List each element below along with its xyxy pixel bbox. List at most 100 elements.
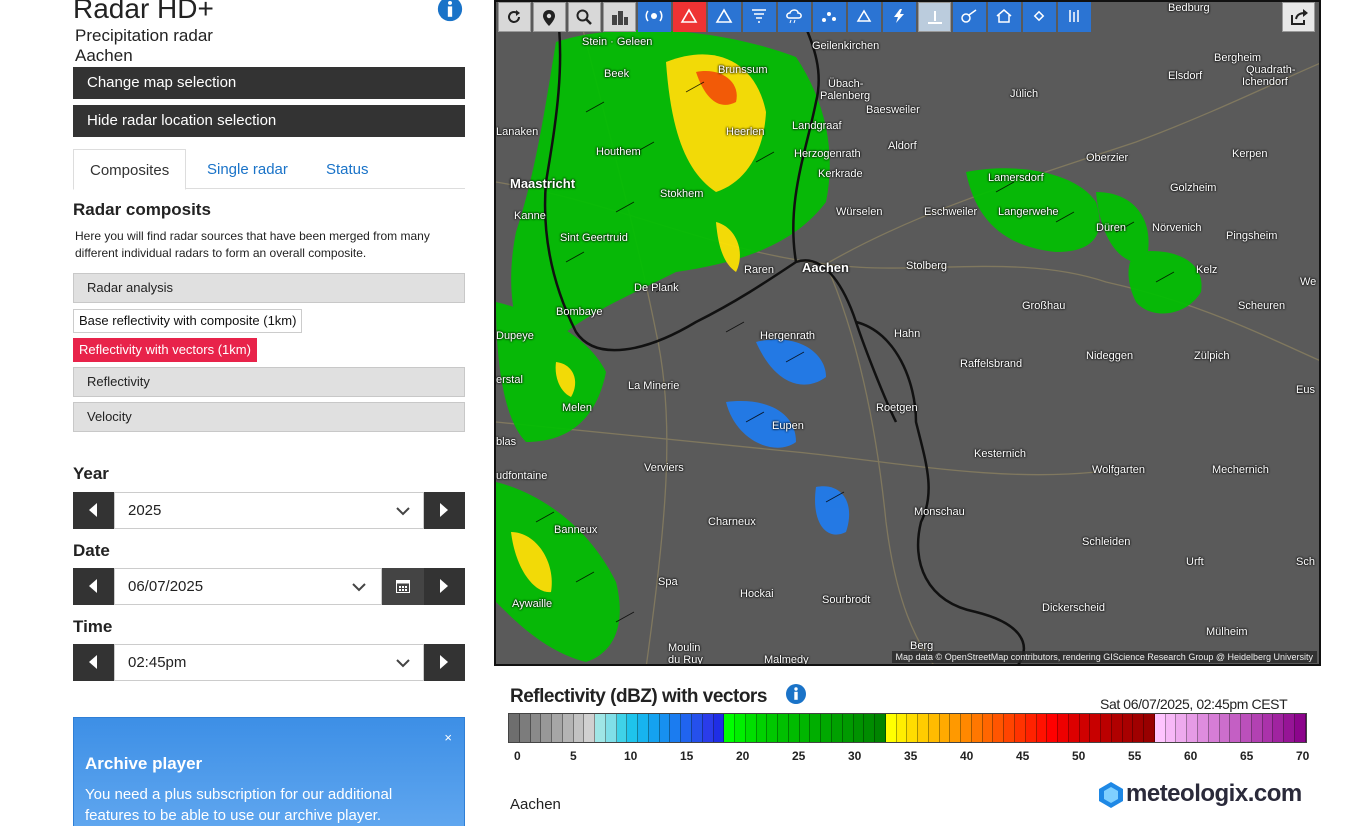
map-label: Dupeye — [496, 330, 534, 342]
group-velocity[interactable]: Velocity — [73, 402, 465, 432]
group-radar-analysis[interactable]: Radar analysis — [73, 273, 465, 303]
city-icon[interactable] — [603, 2, 636, 32]
radar-sd-icon[interactable] — [708, 2, 741, 32]
date-select[interactable]: 06/07/2025 — [114, 568, 382, 605]
map-label: Malmedy — [764, 654, 809, 666]
scale-swatch — [1101, 714, 1112, 742]
tab-status[interactable]: Status — [310, 149, 385, 190]
option-reflectivity-vectors[interactable]: Reflectivity with vectors (1km) — [73, 338, 257, 362]
tab-single-radar[interactable]: Single radar — [191, 149, 304, 190]
scale-swatch — [918, 714, 929, 742]
map-label: Scheuren — [1238, 300, 1286, 312]
scale-swatch — [616, 714, 628, 742]
scale-swatch — [1176, 714, 1188, 742]
scale-swatch — [1241, 714, 1252, 742]
wind-icon[interactable] — [953, 2, 986, 32]
satellite-icon[interactable] — [1023, 2, 1056, 32]
map-label: Bergheim — [1214, 52, 1262, 64]
scale-swatch — [1090, 714, 1102, 742]
date-prev-button[interactable] — [73, 568, 114, 605]
scale-swatch — [627, 714, 639, 742]
radar-map[interactable]: Stein · Geleen Geilenkirchen Bedburg Ber… — [494, 0, 1321, 666]
caret-left-icon — [89, 579, 97, 593]
map-label: Ichendorf — [1242, 76, 1288, 88]
map-label: Raren — [744, 264, 774, 276]
archive-text-line: You need a plus subscription for our add… — [85, 786, 393, 803]
info-icon[interactable] — [435, 0, 465, 22]
refresh-icon[interactable] — [498, 2, 531, 32]
precipitation-icon[interactable] — [1058, 2, 1091, 32]
scale-swatch — [907, 714, 919, 742]
cloud-rain-icon[interactable] — [778, 2, 811, 32]
hide-radar-button[interactable]: Hide radar location selection — [73, 105, 465, 137]
time-next-button[interactable] — [424, 644, 465, 681]
group-reflectivity[interactable]: Reflectivity — [73, 367, 465, 397]
scale-tick-label: 15 — [679, 749, 694, 763]
zoom-icon[interactable] — [568, 2, 601, 32]
radar-hd-icon[interactable] — [673, 2, 706, 32]
scale-swatch — [735, 714, 746, 742]
map-label: Bombaye — [556, 306, 603, 318]
tornado-icon[interactable] — [743, 2, 776, 32]
close-icon[interactable]: × — [444, 730, 452, 745]
caret-left-icon — [89, 503, 97, 517]
date-next-button[interactable] — [424, 568, 465, 605]
year-prev-button[interactable] — [73, 492, 114, 529]
scale-swatch — [670, 714, 682, 742]
scale-swatch — [724, 714, 736, 742]
scale-swatch — [1036, 714, 1048, 742]
scale-swatch — [982, 714, 994, 742]
map-label: Spa — [658, 576, 678, 588]
map-label: Aachen — [802, 260, 849, 275]
year-select[interactable]: 2025 — [114, 492, 424, 529]
share-button[interactable] — [1282, 2, 1315, 32]
lightning-icon[interactable] — [883, 2, 916, 32]
scale-swatch — [605, 714, 617, 742]
scale-swatch — [530, 714, 542, 742]
map-label: Baesweiler — [866, 104, 920, 116]
map-label: Eupen — [772, 420, 804, 432]
time-value: 02:45pm — [128, 654, 187, 671]
scale-swatch — [595, 714, 606, 742]
time-select[interactable]: 02:45pm — [114, 644, 424, 681]
scale-swatch — [756, 714, 768, 742]
map-label: Banneux — [554, 524, 598, 536]
storm-icon[interactable] — [918, 2, 951, 32]
map-label: Sch — [1296, 556, 1315, 568]
location-pin-icon[interactable] — [533, 2, 566, 32]
scale-tick-label: 35 — [903, 749, 918, 763]
scale-swatch — [939, 714, 951, 742]
scale-swatch — [1187, 714, 1198, 742]
section-title: Radar composits — [73, 200, 211, 219]
calendar-button[interactable] — [382, 568, 424, 605]
scale-tick-label: 60 — [1183, 749, 1198, 763]
house-icon[interactable] — [988, 2, 1021, 32]
radar-3d-icon[interactable] — [848, 2, 881, 32]
scale-tick-label: 50 — [1071, 749, 1086, 763]
scale-swatch — [659, 714, 671, 742]
tab-composites[interactable]: Composites — [73, 149, 187, 190]
change-map-button[interactable]: Change map selection — [73, 67, 465, 99]
scale-swatch — [562, 714, 574, 742]
share-icon — [1291, 9, 1308, 25]
year-next-button[interactable] — [424, 492, 465, 529]
live-icon[interactable] — [638, 2, 671, 32]
scale-swatch — [810, 714, 822, 742]
scale-swatch — [1208, 714, 1220, 742]
map-label: Verviers — [644, 462, 684, 474]
scale-swatch — [896, 714, 908, 742]
info-icon[interactable] — [785, 683, 807, 705]
map-label: Eschweiler — [924, 206, 978, 218]
scale-swatch — [573, 714, 585, 742]
option-base-reflectivity[interactable]: Base reflectivity with composite (1km) — [73, 309, 303, 333]
date-picker: 06/07/2025 — [73, 568, 465, 605]
map-label: Hockai — [740, 588, 774, 600]
scale-tick-label: 65 — [1239, 749, 1254, 763]
scatter-icon[interactable] — [813, 2, 846, 32]
scale-tick-label: 45 — [1015, 749, 1030, 763]
time-prev-button[interactable] — [73, 644, 114, 681]
section-description: Here you will find radar sources that ha… — [75, 228, 465, 262]
map-toolbar — [498, 2, 1093, 32]
map-label: Langerwehe — [998, 206, 1059, 218]
scale-swatch — [1198, 714, 1209, 742]
